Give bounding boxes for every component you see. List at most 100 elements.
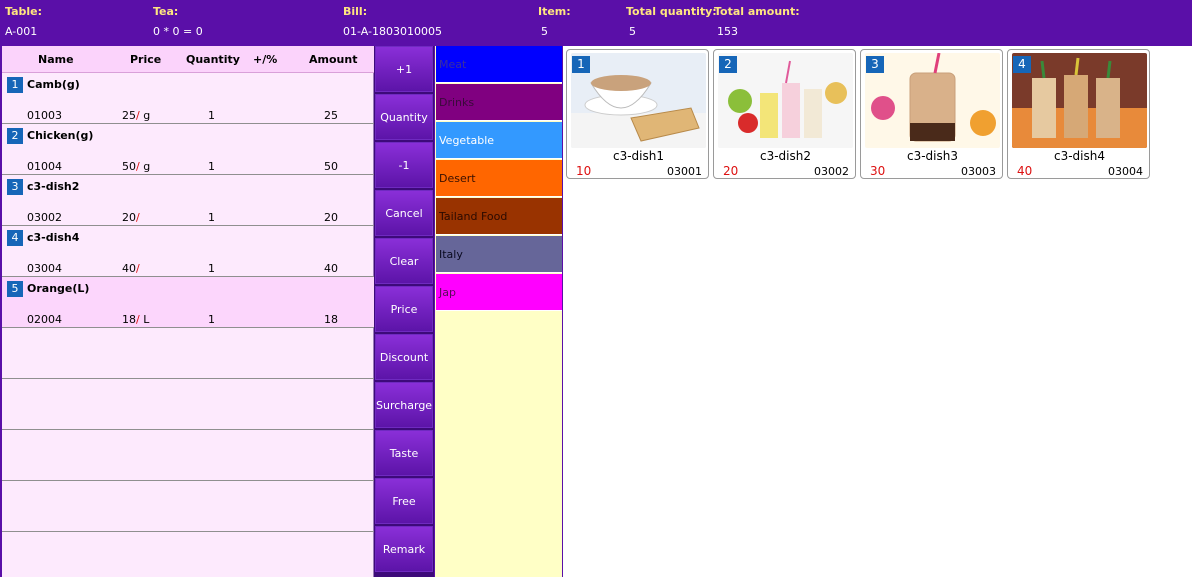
bill-label: Bill: <box>343 5 368 18</box>
dish-code: 03002 <box>814 165 849 178</box>
dish-image-milk-tea-toast <box>571 53 706 148</box>
dish-card[interactable]: 1 c3-dish1 10 03001 <box>566 49 709 179</box>
category-meat[interactable]: Meat <box>436 46 562 83</box>
total-quantity-value: 5 <box>629 25 636 38</box>
dish-index-badge: 3 <box>866 56 884 73</box>
dish-name: c3-dish2 <box>759 149 811 163</box>
discount-button[interactable]: Discount <box>375 334 433 380</box>
row-item-price: 25/ g <box>122 109 151 122</box>
order-row[interactable]: 2 Chicken(g) 01004 50/ g 1 50 <box>2 124 374 175</box>
row-item-amount: 40 <box>324 262 338 275</box>
row-index-badge: 5 <box>7 281 23 297</box>
row-item-amount: 18 <box>324 313 338 326</box>
item-label: Item: <box>538 5 571 18</box>
dish-grid: 1 c3-dish1 10 03001 2 c3-dish2 20 03002 <box>564 46 1192 577</box>
table-value: A-001 <box>5 25 38 38</box>
dish-image-fruit-smoothies <box>718 53 853 148</box>
dish-code: 03003 <box>961 165 996 178</box>
category-italy[interactable]: Italy <box>436 236 562 273</box>
col-name: Name <box>38 53 74 66</box>
order-row-selected[interactable]: 5 Orange(L) 02004 18/ L 1 18 <box>2 277 374 328</box>
plus-one-button[interactable]: +1 <box>375 46 433 92</box>
row-item-quantity: 1 <box>208 109 215 122</box>
col-quantity: Quantity <box>186 53 240 66</box>
total-quantity-label: Total quantity: <box>626 5 717 18</box>
row-item-name: Orange(L) <box>27 282 90 295</box>
row-item-amount: 50 <box>324 160 338 173</box>
row-item-quantity: 1 <box>208 262 215 275</box>
row-item-name: Chicken(g) <box>27 129 94 142</box>
dish-price: 40 <box>1017 164 1033 178</box>
dish-card[interactable]: 2 c3-dish2 20 03002 <box>713 49 856 179</box>
clear-button[interactable]: Clear <box>375 238 433 284</box>
dish-code: 03001 <box>667 165 702 178</box>
empty-order-row <box>2 481 374 532</box>
taste-button[interactable]: Taste <box>375 430 433 476</box>
col-price: Price <box>130 53 162 66</box>
dish-index-badge: 1 <box>572 56 590 73</box>
order-row[interactable]: 3 c3-dish2 03002 20/ 1 20 <box>2 175 374 226</box>
item-value: 5 <box>541 25 548 38</box>
order-row[interactable]: 4 c3-dish4 03004 40/ 1 40 <box>2 226 374 277</box>
dish-card[interactable]: 3 c3-dish3 30 03003 <box>860 49 1003 179</box>
dish-name: c3-dish3 <box>906 149 958 163</box>
tea-value: 0 * 0 = 0 <box>153 25 203 38</box>
row-item-price: 20/ <box>122 211 140 224</box>
row-index-badge: 3 <box>7 179 23 195</box>
row-index-badge: 1 <box>7 77 23 93</box>
row-item-code: 02004 <box>27 313 62 326</box>
empty-order-row <box>2 430 374 481</box>
order-list-header: Name Price Quantity +/% Amount <box>2 46 374 73</box>
dish-code: 03004 <box>1108 165 1143 178</box>
remark-button[interactable]: Remark <box>375 526 433 572</box>
dish-price: 10 <box>576 164 592 178</box>
dish-price: 30 <box>870 164 886 178</box>
dish-image-bubble-tea-mug <box>865 53 1000 148</box>
row-item-quantity: 1 <box>208 313 215 326</box>
category-jap[interactable]: Jap <box>436 274 562 311</box>
category-desert[interactable]: Desert <box>436 160 562 197</box>
action-button-column: +1 Quantity -1 Cancel Clear Price Discou… <box>374 46 434 577</box>
dish-name: c3-dish1 <box>612 149 664 163</box>
empty-order-row <box>2 379 374 430</box>
row-item-code: 01004 <box>27 160 62 173</box>
row-index-badge: 4 <box>7 230 23 246</box>
dish-price: 20 <box>723 164 739 178</box>
dish-card[interactable]: 4 c3-dish4 40 03004 <box>1007 49 1150 179</box>
row-item-amount: 25 <box>324 109 338 122</box>
row-item-name: c3-dish4 <box>27 231 80 244</box>
dish-image-iced-milk-teas <box>1012 53 1147 148</box>
row-item-name: c3-dish2 <box>27 180 80 193</box>
dish-index-badge: 4 <box>1013 56 1031 73</box>
surcharge-button[interactable]: Surcharge <box>375 382 433 428</box>
order-header-bar: Table: A-001 Tea: 0 * 0 = 0 Bill: 01-A-1… <box>0 0 1192 46</box>
row-item-price: 40/ <box>122 262 140 275</box>
category-tailand-food[interactable]: Tailand Food <box>436 198 562 235</box>
order-row[interactable]: 1 Camb(g) 01003 25/ g 1 25 <box>2 73 374 124</box>
row-item-quantity: 1 <box>208 211 215 224</box>
total-amount-value: 153 <box>717 25 738 38</box>
dish-index-badge: 2 <box>719 56 737 73</box>
dish-name: c3-dish4 <box>1053 149 1105 163</box>
row-item-price: 18/ L <box>122 313 150 326</box>
category-drinks[interactable]: Drinks <box>436 84 562 121</box>
free-button[interactable]: Free <box>375 478 433 524</box>
price-button[interactable]: Price <box>375 286 433 332</box>
cancel-button[interactable]: Cancel <box>375 190 433 236</box>
category-list: Meat Drinks Vegetable Desert Tailand Foo… <box>434 46 563 577</box>
minus-one-button[interactable]: -1 <box>375 142 433 188</box>
order-list: Name Price Quantity +/% Amount 1 Camb(g)… <box>0 46 374 577</box>
row-item-amount: 20 <box>324 211 338 224</box>
row-item-code: 03004 <box>27 262 62 275</box>
tea-label: Tea: <box>153 5 179 18</box>
col-amount: Amount <box>309 53 358 66</box>
total-amount-label: Total amount: <box>714 5 800 18</box>
category-vegetable[interactable]: Vegetable <box>436 122 562 159</box>
col-adjust: +/% <box>253 53 278 66</box>
row-item-code: 03002 <box>27 211 62 224</box>
table-label: Table: <box>5 5 43 18</box>
row-item-code: 01003 <box>27 109 62 122</box>
row-item-name: Camb(g) <box>27 78 80 91</box>
row-index-badge: 2 <box>7 128 23 144</box>
quantity-button[interactable]: Quantity <box>375 94 433 140</box>
